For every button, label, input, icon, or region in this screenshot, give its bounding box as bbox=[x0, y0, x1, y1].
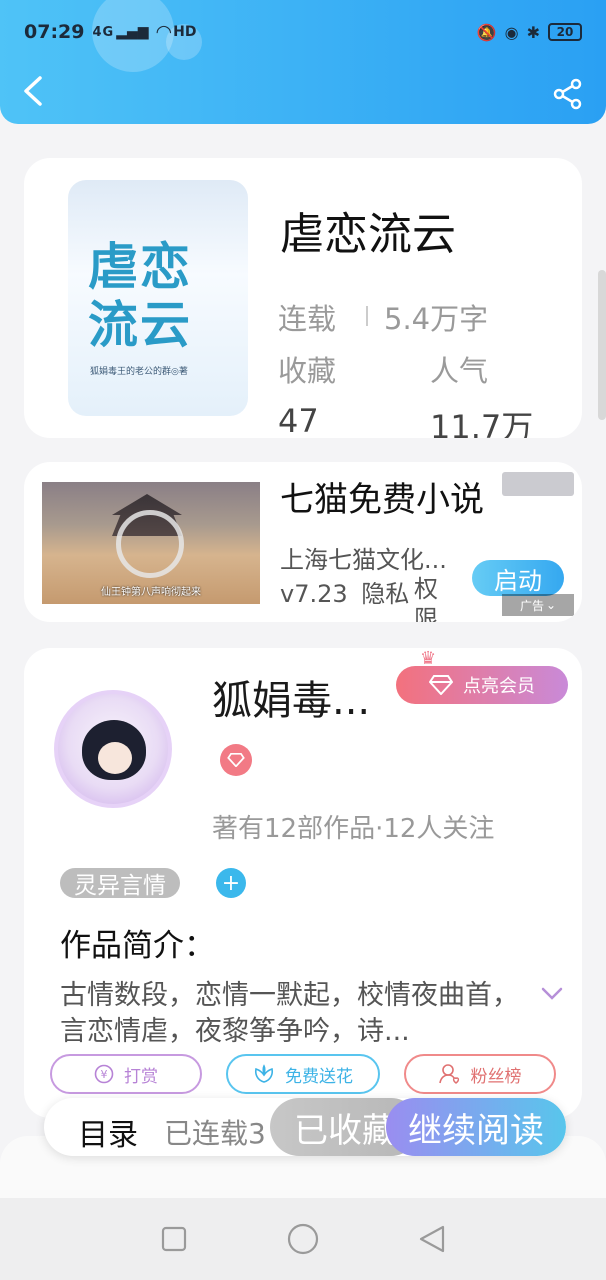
chevron-down-icon: ⌄ bbox=[545, 598, 557, 612]
ad-label[interactable]: 广告 ⌄ bbox=[502, 594, 574, 616]
circle-icon bbox=[287, 1223, 319, 1255]
ad-label-text: 广告 bbox=[519, 598, 544, 613]
mute-icon: 🔕 bbox=[476, 22, 497, 42]
tip-button[interactable]: ¥ 打赏 bbox=[50, 1054, 202, 1094]
favorites-label: 收藏 bbox=[278, 354, 337, 388]
share-icon bbox=[553, 78, 582, 110]
header-bar: 07:29 4G ▂▄▆ ◠ HD 🔕 ◉ ✱ 20 bbox=[0, 0, 606, 124]
cover-author: 狐娟毒王的老公的群◎著 bbox=[90, 367, 188, 377]
chevron-down-icon[interactable] bbox=[540, 986, 564, 1002]
popularity-value: 11.7万 bbox=[430, 408, 534, 438]
send-flower-button[interactable]: 免费送花 bbox=[226, 1054, 380, 1094]
ad-version: v7.23 bbox=[280, 580, 348, 608]
vip-badge-icon bbox=[220, 744, 252, 776]
avatar-illustration bbox=[82, 720, 146, 780]
ad-company: 上海七猫文化... bbox=[280, 546, 447, 574]
genre-tag[interactable]: 灵异言情 bbox=[60, 868, 180, 899]
book-title: 虐恋流云 bbox=[280, 209, 456, 260]
toc-button[interactable]: 目录 bbox=[78, 1110, 138, 1154]
ad-video[interactable]: 仙王钟第八声响彻起来 bbox=[42, 482, 260, 604]
recent-apps-button[interactable] bbox=[154, 1219, 194, 1259]
battery-icon: 20 bbox=[548, 23, 582, 41]
add-tag-button[interactable]: + bbox=[216, 868, 246, 898]
book-status: 连载 bbox=[278, 302, 337, 336]
edge-handle[interactable] bbox=[598, 270, 606, 420]
fan-ranking-label: 粉丝榜 bbox=[470, 1066, 522, 1087]
signal-icon: ▂▄▆ bbox=[116, 24, 149, 40]
author-name[interactable]: 狐娟毒... bbox=[212, 668, 370, 726]
book-cover[interactable]: 虐恋流云 狐娟毒王的老公的群◎著 bbox=[68, 180, 248, 416]
author-stats: 著有12部作品·12人关注 bbox=[212, 814, 495, 844]
send-flower-label: 免费送花 bbox=[285, 1066, 353, 1087]
toc-status[interactable]: 已连载3 bbox=[164, 1112, 284, 1152]
ad-permission-link[interactable]: 权限 bbox=[414, 574, 444, 622]
continue-reading-button[interactable]: 继续阅读 bbox=[386, 1098, 566, 1156]
share-button[interactable] bbox=[552, 78, 584, 110]
play-icon[interactable] bbox=[116, 510, 184, 578]
status-time: 07:29 bbox=[24, 21, 85, 43]
cover-title: 虐恋流云 bbox=[88, 237, 192, 354]
book-info-card: 虐恋流云 狐娟毒王的老公的群◎著 虐恋流云 连载 5.4万字 收藏 人气 47 … bbox=[24, 158, 582, 438]
vip-label: 点亮会员 bbox=[463, 676, 535, 697]
video-subtitle: 仙王钟第八声响彻起来 bbox=[101, 587, 201, 598]
intro-text: 古情数段，恋情一默起，校情夜曲首，言恋情虐，夜黎筝争吟，诗... bbox=[60, 980, 519, 1047]
tip-label: 打赏 bbox=[124, 1066, 158, 1087]
flower-icon bbox=[254, 1064, 274, 1083]
popularity-label: 人气 bbox=[430, 354, 489, 388]
word-count: 5.4万字 bbox=[384, 302, 489, 336]
home-button[interactable] bbox=[283, 1219, 323, 1259]
status-bar: 07:29 4G ▂▄▆ ◠ HD 🔕 ◉ ✱ 20 bbox=[24, 18, 582, 46]
ad-privacy-link[interactable]: 隐私 bbox=[361, 580, 409, 608]
chevron-left-icon bbox=[24, 76, 42, 106]
alarm-icon: ◉ bbox=[504, 22, 519, 42]
launch-button[interactable]: 启动 bbox=[472, 560, 564, 596]
ad-card[interactable]: 仙王钟第八声响彻起来 七猫免费小说 上海七猫文化... v7.23 隐私 权限 … bbox=[24, 462, 582, 622]
hd-label: HD bbox=[173, 24, 197, 40]
fan-ranking-button[interactable]: 粉丝榜 bbox=[404, 1054, 556, 1094]
author-card: 狐娟毒... ♛ 点亮会员 著有12部作品·12人关注 灵异言情 + 作品简介：… bbox=[24, 648, 582, 1118]
status-right: 🔕 ◉ ✱ 20 bbox=[477, 23, 582, 42]
triangle-back-icon bbox=[419, 1225, 444, 1253]
author-avatar[interactable] bbox=[54, 690, 172, 808]
fans-icon bbox=[438, 1064, 459, 1084]
divider bbox=[366, 306, 368, 326]
system-nav-bar bbox=[0, 1198, 606, 1280]
bluetooth-icon: ✱ bbox=[526, 22, 540, 42]
svg-text:¥: ¥ bbox=[101, 1068, 108, 1081]
wifi-icon: ◠ bbox=[156, 21, 172, 43]
diamond-icon bbox=[429, 675, 453, 695]
back-button[interactable] bbox=[20, 74, 46, 108]
intro-title: 作品简介： bbox=[60, 928, 215, 964]
network-label: 4G bbox=[92, 24, 115, 40]
square-icon bbox=[162, 1226, 187, 1252]
ad-meta: v7.23 隐私 bbox=[280, 574, 409, 609]
bottom-action-bar: 目录 已连载3 已收藏 继续阅读 bbox=[44, 1098, 566, 1156]
vip-button[interactable]: 点亮会员 bbox=[396, 666, 568, 704]
system-back-button[interactable] bbox=[412, 1219, 452, 1259]
ad-title: 七猫免费小说 bbox=[280, 480, 484, 520]
yen-icon: ¥ bbox=[94, 1064, 114, 1084]
favorites-value: 47 bbox=[278, 402, 319, 438]
ad-close-overlay[interactable] bbox=[502, 472, 574, 496]
